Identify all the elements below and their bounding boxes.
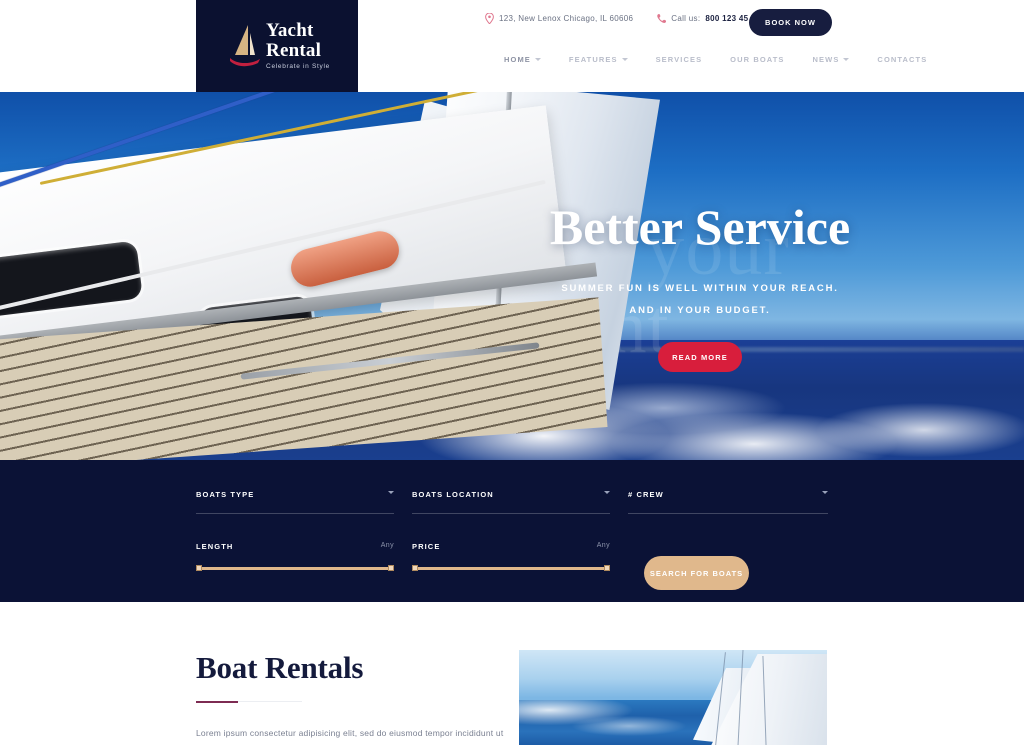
slider-handle-left[interactable] xyxy=(196,565,202,571)
length-value: Any xyxy=(380,542,394,549)
nav-item-news[interactable]: NEWS xyxy=(799,55,864,64)
address-text: 123, New Lenox Chicago, IL 60606 xyxy=(499,14,634,23)
map-pin-icon xyxy=(485,12,494,25)
chevron-down-icon xyxy=(604,491,610,494)
nav-item-features[interactable]: FEATURES xyxy=(555,55,642,64)
boat-search-section: BOATS TYPE BOATS LOCATION # CREW LENGTH … xyxy=(0,460,1024,602)
search-form: BOATS TYPE BOATS LOCATION # CREW LENGTH … xyxy=(196,490,828,590)
photo-sun-glint xyxy=(519,700,699,745)
chevron-down-icon xyxy=(534,58,541,61)
field-underline xyxy=(628,513,828,514)
site-header: Yacht Rental Celebrate in Style 123, New… xyxy=(0,0,1024,92)
field-label: BOATS LOCATION xyxy=(412,490,494,499)
topbar: 123, New Lenox Chicago, IL 60606 Call us… xyxy=(485,12,760,25)
price-slider-field[interactable]: PRICE Any xyxy=(412,542,610,571)
rentals-ocean-photo xyxy=(519,650,827,745)
slider-handle-right[interactable] xyxy=(388,565,394,571)
field-label: BOATS TYPE xyxy=(196,490,255,499)
nav-item-our-boats[interactable]: OUR BOATS xyxy=(716,55,798,64)
boats-type-select[interactable]: BOATS TYPE xyxy=(196,490,394,514)
field-label: LENGTH xyxy=(196,542,234,551)
hero-banner: find your yacht Better Service SUMMER FU… xyxy=(0,90,1024,460)
slider-handle-left[interactable] xyxy=(412,565,418,571)
logo-block[interactable]: Yacht Rental Celebrate in Style xyxy=(196,0,358,92)
slider-handle-right[interactable] xyxy=(604,565,610,571)
logo-line-2: Rental xyxy=(266,40,322,62)
section-paragraph: Lorem ipsum consectetur adipisicing elit… xyxy=(196,728,504,738)
chevron-down-icon xyxy=(843,58,850,61)
hero-yacht-photo xyxy=(0,90,660,460)
search-row-sliders: LENGTH Any PRICE Any SEARCH FOR BOATS xyxy=(196,542,828,590)
price-range-slider[interactable] xyxy=(412,565,610,571)
call-prefix: Call us: xyxy=(671,14,701,23)
nav-item-services[interactable]: SERVICES xyxy=(642,55,717,64)
hero-subtitle-line-1: SUMMER FUN IS WELL WITHIN YOUR REACH. xyxy=(561,283,839,294)
sailboat-logo-icon xyxy=(228,23,262,69)
read-more-button[interactable]: READ MORE xyxy=(658,342,742,372)
search-for-boats-button[interactable]: SEARCH FOR BOATS xyxy=(644,556,749,590)
length-range-slider[interactable] xyxy=(196,565,394,571)
hero-heading: Better Service xyxy=(549,199,851,255)
heading-divider-accent xyxy=(196,701,238,703)
field-underline xyxy=(196,513,394,514)
search-row-selects: BOATS TYPE BOATS LOCATION # CREW xyxy=(196,490,828,514)
heading-divider-light xyxy=(238,701,302,702)
length-slider-field[interactable]: LENGTH Any xyxy=(196,542,394,571)
price-value: Any xyxy=(596,542,610,549)
chevron-down-icon xyxy=(388,491,394,494)
nav-item-home[interactable]: HOME xyxy=(490,55,555,64)
hero-copy: Better Service SUMMER FUN IS WELL WITHIN… xyxy=(510,90,890,372)
nav-label: FEATURES xyxy=(568,55,618,64)
phone-item[interactable]: Call us: 800 123 45 67 xyxy=(657,13,760,24)
nav-label: NEWS xyxy=(812,55,840,64)
logo-line-1: Yacht xyxy=(266,20,314,42)
main-navigation: HOME FEATURES SERVICES OUR BOATS NEWS CO… xyxy=(490,55,941,64)
nav-label: SERVICES xyxy=(655,55,703,64)
address-item: 123, New Lenox Chicago, IL 60606 xyxy=(485,12,634,25)
phone-icon xyxy=(657,13,667,24)
section-heading: Boat Rentals xyxy=(196,650,364,685)
nav-label: HOME xyxy=(504,55,531,64)
hero-subtitle-line-2: AND IN YOUR BUDGET. xyxy=(629,305,771,316)
crew-count-select[interactable]: # CREW xyxy=(628,490,828,514)
nav-label: CONTACTS xyxy=(877,55,928,64)
boats-location-select[interactable]: BOATS LOCATION xyxy=(412,490,610,514)
field-underline xyxy=(412,513,610,514)
field-label: # CREW xyxy=(628,490,664,499)
hero-subtitle: SUMMER FUN IS WELL WITHIN YOUR REACH. AN… xyxy=(510,278,890,322)
chevron-down-icon xyxy=(621,58,628,61)
nav-item-contacts[interactable]: CONTACTS xyxy=(863,55,941,64)
field-label: PRICE xyxy=(412,542,441,551)
logo-tagline: Celebrate in Style xyxy=(266,63,330,71)
boat-rentals-section: Boat Rentals xyxy=(0,602,1024,745)
book-now-button[interactable]: BOOK NOW xyxy=(749,9,832,36)
chevron-down-icon xyxy=(822,491,828,494)
nav-label: OUR BOATS xyxy=(730,55,785,64)
